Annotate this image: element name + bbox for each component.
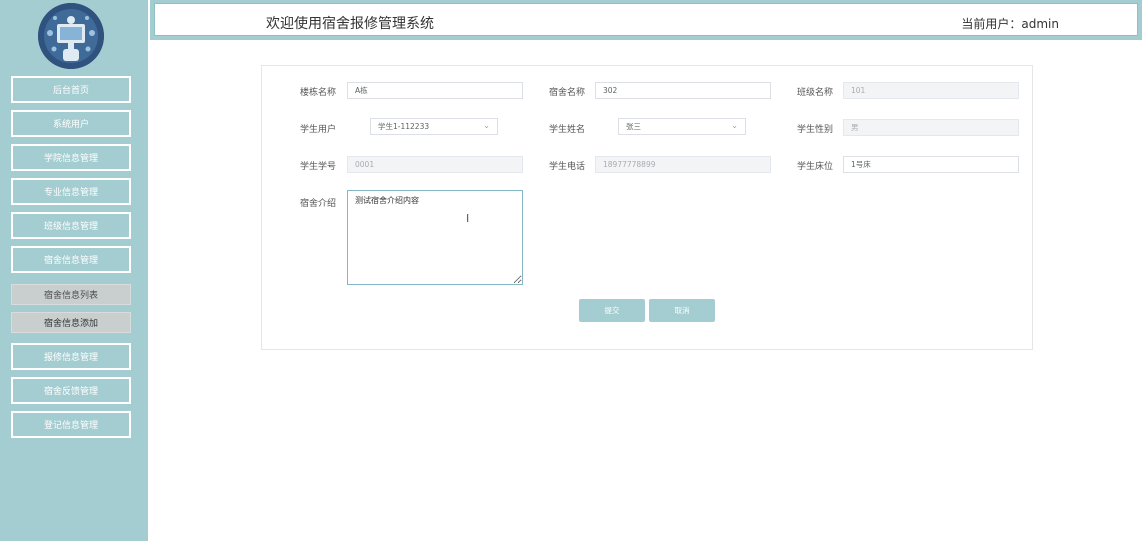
student-name-value: 张三 (626, 122, 641, 131)
intro-textarea[interactable]: 测试宿舍介绍内容 (347, 190, 523, 285)
student-user-label: 学生用户 (300, 125, 337, 135)
nav-dorm-feedback[interactable]: 宿舍反馈管理 (11, 377, 131, 404)
nav-dorm-list[interactable]: 宿舍信息列表 (11, 284, 131, 305)
avatar (38, 3, 104, 69)
building-label: 楼栋名称 (300, 88, 337, 98)
gender-input[interactable]: 男 (843, 119, 1019, 136)
nav-home[interactable]: 后台首页 (11, 76, 131, 103)
student-no-input[interactable]: 0001 (347, 156, 523, 173)
phone-input[interactable]: 18977778899 (595, 156, 771, 173)
student-name-select[interactable]: 张三 ⌄ (618, 118, 746, 135)
bed-label: 学生床位 (797, 162, 834, 172)
nav-repair-info[interactable]: 报修信息管理 (11, 343, 131, 370)
bed-input[interactable]: 1号床 (843, 156, 1019, 173)
intro-label: 宿舍介绍 (300, 199, 337, 209)
class-name-label: 班级名称 (797, 88, 834, 98)
text-cursor-icon: I (466, 212, 470, 225)
submit-button[interactable]: 提交 (579, 299, 645, 322)
class-name-input[interactable]: 101 (843, 82, 1019, 99)
nav-major-info[interactable]: 专业信息管理 (11, 178, 131, 205)
student-user-value: 学生1-112233 (378, 122, 430, 131)
chevron-down-icon: ⌄ (731, 121, 738, 130)
cancel-button[interactable]: 取消 (649, 299, 715, 322)
dorm-form-card: 楼栋名称 A栋 宿舍名称 302 班级名称 101 学生用户 学生1-11223… (261, 65, 1033, 350)
robot-avatar-icon (38, 3, 104, 69)
nav-class-info[interactable]: 班级信息管理 (11, 212, 131, 239)
phone-label: 学生电话 (549, 162, 586, 172)
student-user-select[interactable]: 学生1-112233 ⌄ (370, 118, 498, 135)
header-inner: 欢迎使用宿舍报修管理系统 当前用户：admin (154, 3, 1138, 36)
nav-system-users[interactable]: 系统用户 (11, 110, 131, 137)
chevron-down-icon: ⌄ (483, 121, 490, 130)
nav-registration-info[interactable]: 登记信息管理 (11, 411, 131, 438)
nav-college-info[interactable]: 学院信息管理 (11, 144, 131, 171)
student-no-label: 学生学号 (300, 162, 337, 172)
building-input[interactable]: A栋 (347, 82, 523, 99)
dorm-name-label: 宿舍名称 (549, 88, 586, 98)
dorm-name-input[interactable]: 302 (595, 82, 771, 99)
student-name-label: 学生姓名 (549, 125, 586, 135)
current-user: 当前用户：admin (961, 17, 1059, 31)
nav-dorm-info[interactable]: 宿舍信息管理 (11, 246, 131, 273)
app-title: 欢迎使用宿舍报修管理系统 (266, 16, 434, 32)
sidebar: 后台首页 系统用户 学院信息管理 专业信息管理 班级信息管理 宿舍信息管理 宿舍… (0, 0, 148, 541)
header: 欢迎使用宿舍报修管理系统 当前用户：admin (150, 0, 1142, 40)
gender-label: 学生性别 (797, 125, 834, 135)
nav-dorm-add[interactable]: 宿舍信息添加 (11, 312, 131, 333)
